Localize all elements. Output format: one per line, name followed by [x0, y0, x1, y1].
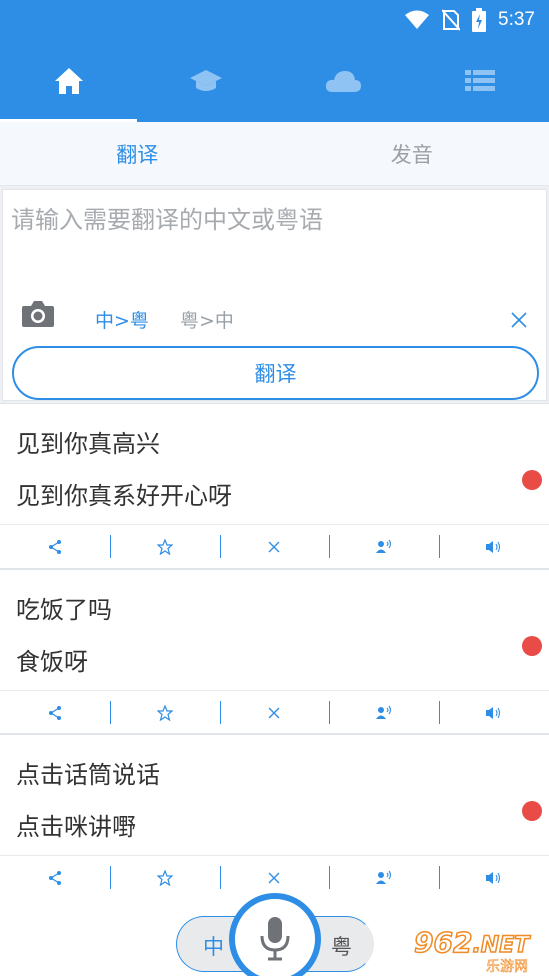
star-icon	[156, 869, 173, 886]
result-target-text: 见到你真系好开心呀	[16, 482, 232, 510]
watermark-site-name: 乐游网	[486, 959, 529, 976]
translate-button[interactable]: 翻译	[12, 346, 539, 400]
graduation-cap-icon	[189, 70, 222, 91]
close-icon	[269, 872, 280, 883]
nav-home[interactable]	[0, 40, 138, 122]
result-card: 见到你真高兴 见到你真系好开心呀	[0, 403, 549, 569]
site-watermark-logo: 962.NET 乐游网	[413, 925, 546, 975]
tab-pronounce[interactable]: 发音	[275, 122, 549, 185]
result-actions	[0, 690, 549, 734]
delete-button[interactable]	[219, 691, 330, 734]
play-audio-button[interactable]	[439, 525, 549, 568]
share-button[interactable]	[0, 691, 110, 734]
result-actions	[0, 524, 549, 568]
share-icon	[48, 705, 61, 720]
camera-icon	[22, 301, 54, 327]
watermark-number: 962.NET	[413, 925, 530, 960]
text-input[interactable]: 请输入需要翻译的中文或粤语	[11, 200, 323, 235]
camera-button[interactable]	[21, 300, 55, 332]
list-icon	[465, 70, 496, 91]
play-audio-button[interactable]	[439, 691, 549, 734]
top-nav	[0, 40, 549, 122]
nav-list[interactable]	[412, 40, 549, 122]
share-button[interactable]	[0, 525, 110, 568]
translation-input-card: 请输入需要翻译的中文或粤语 中>粤 粤>中 翻译	[2, 189, 547, 401]
result-source-text: 点击话筒说话	[16, 761, 160, 789]
battery-charging-icon	[472, 8, 487, 32]
close-icon	[511, 312, 527, 328]
speaker-person-icon	[376, 539, 392, 553]
speak-cantonese-button[interactable]	[329, 525, 439, 568]
speaker-person-icon	[376, 870, 392, 884]
no-sim-icon	[442, 9, 461, 31]
sub-tabs: 翻译 发音	[0, 122, 549, 186]
share-icon	[48, 539, 61, 554]
result-target-text: 点击咪讲嘢	[16, 813, 136, 841]
status-dot	[522, 801, 542, 821]
clear-input-button[interactable]	[509, 310, 529, 334]
star-icon	[156, 538, 173, 555]
volume-icon	[486, 706, 501, 719]
result-card: 吃饭了吗 食饭呀	[0, 569, 549, 734]
speaker-person-icon	[376, 705, 392, 719]
direction-zh-to-yue[interactable]: 中>粤	[95, 306, 149, 333]
result-source-text: 见到你真高兴	[16, 430, 160, 458]
result-source-text: 吃饭了吗	[16, 596, 112, 624]
close-icon	[269, 707, 280, 718]
volume-icon	[486, 871, 501, 884]
speak-cantonese-button[interactable]	[329, 691, 439, 734]
status-bar: 5:37	[0, 0, 549, 40]
status-dot	[522, 636, 542, 656]
wifi-icon	[405, 10, 430, 29]
volume-icon	[486, 540, 501, 553]
favorite-button[interactable]	[109, 525, 220, 568]
lang-cantonese-button[interactable]: 粤	[331, 931, 352, 961]
home-icon	[54, 68, 83, 94]
status-time: 5:37	[498, 9, 535, 30]
favorite-button[interactable]	[109, 856, 220, 899]
result-card: 点击话筒说话 点击咪讲嘢	[0, 734, 549, 899]
microphone-button[interactable]	[229, 893, 321, 976]
close-icon	[269, 541, 280, 552]
microphone-icon	[260, 917, 290, 961]
star-icon	[156, 704, 173, 721]
delete-button[interactable]	[219, 525, 330, 568]
cloud-icon	[326, 71, 362, 92]
favorite-button[interactable]	[109, 691, 220, 734]
status-dot	[522, 470, 542, 490]
result-target-text: 食饭呀	[16, 648, 88, 676]
tab-translate[interactable]: 翻译	[0, 122, 275, 185]
lang-mandarin-button[interactable]: 中	[203, 931, 224, 961]
direction-yue-to-zh[interactable]: 粤>中	[180, 306, 234, 333]
nav-learn[interactable]	[137, 40, 274, 122]
share-button[interactable]	[0, 856, 110, 899]
nav-cloud[interactable]	[275, 40, 412, 122]
share-icon	[48, 870, 61, 885]
speak-cantonese-button[interactable]	[329, 856, 439, 899]
play-audio-button[interactable]	[439, 856, 549, 899]
